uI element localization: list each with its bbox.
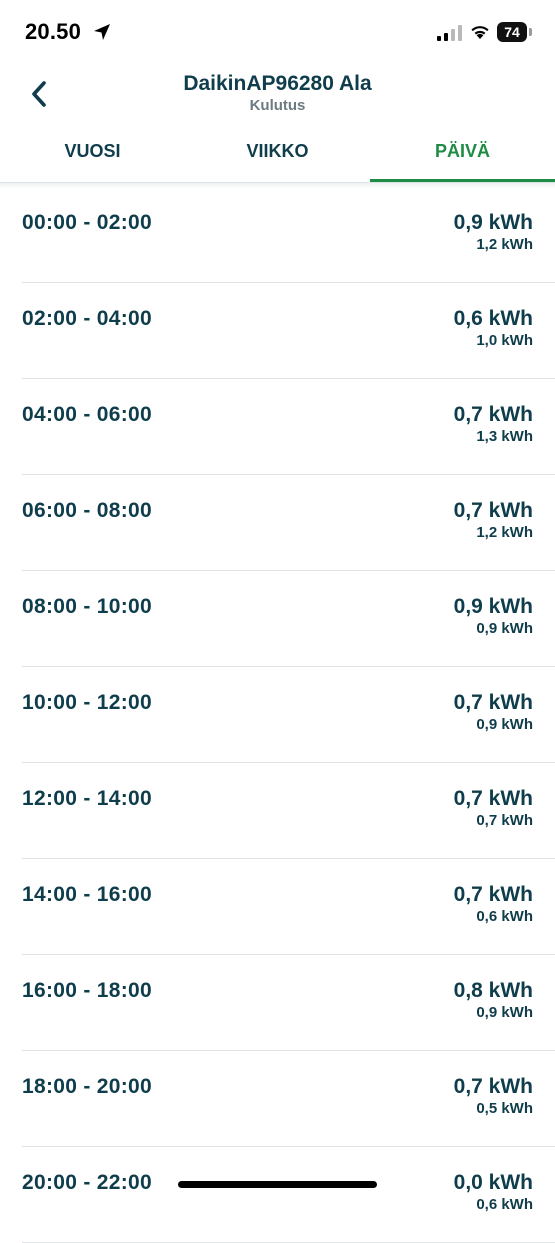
comparison-value: 0,9 kWh [476,620,533,637]
time-range: 20:00 - 22:00 [22,1171,152,1194]
time-range: 06:00 - 08:00 [22,499,152,522]
location-arrow-icon [94,24,110,40]
consumption-value: 0,7 kWh [453,883,533,906]
comparison-value: 0,6 kWh [476,908,533,925]
consumption-list: 00:00 - 02:00 0,9 kWh 1,2 kWh 02:00 - 04… [0,187,555,1243]
comparison-value: 0,5 kWh [476,1100,533,1117]
comparison-value: 0,6 kWh [476,1196,533,1213]
consumption-value: 0,7 kWh [453,1075,533,1098]
home-indicator[interactable] [178,1181,377,1188]
consumption-value: 0,7 kWh [453,403,533,426]
tab-day[interactable]: PÄIVÄ [370,124,555,182]
consumption-value: 0,9 kWh [453,211,533,234]
row-values: 0,7 kWh 0,5 kWh [454,1075,533,1119]
row-values: 0,7 kWh 1,3 kWh [454,403,533,447]
row-values: 0,7 kWh 1,2 kWh [454,499,533,543]
consumption-value: 0,7 kWh [453,499,533,522]
period-tabs: VUOSI VIIKKO PÄIVÄ [0,124,555,183]
row-values: 0,6 kWh 1,0 kWh [454,307,533,351]
row-values: 0,7 kWh 0,9 kWh [454,691,533,735]
time-range: 14:00 - 16:00 [22,883,152,906]
comparison-value: 1,2 kWh [476,236,533,253]
list-item: 12:00 - 14:00 0,7 kWh 0,7 kWh [22,763,555,859]
battery-icon: 74 [497,22,533,42]
comparison-value: 0,7 kWh [476,812,533,829]
row-values: 0,7 kWh 0,7 kWh [454,787,533,831]
cellular-signal-icon [437,25,462,41]
time-range: 04:00 - 06:00 [22,403,152,426]
nav-header: DaikinAP96280 Ala Kulutus [0,62,555,124]
row-values: 0,7 kWh 0,6 kWh [454,883,533,927]
comparison-value: 1,2 kWh [476,524,533,541]
consumption-value: 0,9 kWh [453,595,533,618]
consumption-value: 0,6 kWh [453,307,533,330]
consumption-value: 0,0 kWh [453,1171,533,1194]
list-item: 10:00 - 12:00 0,7 kWh 0,9 kWh [22,667,555,763]
list-item: 18:00 - 20:00 0,7 kWh 0,5 kWh [22,1051,555,1147]
consumption-value: 0,7 kWh [453,691,533,714]
status-time: 20.50 [25,19,82,44]
consumption-value: 0,7 kWh [453,787,533,810]
time-range: 12:00 - 14:00 [22,787,152,810]
time-range: 18:00 - 20:00 [22,1075,152,1098]
list-item: 00:00 - 02:00 0,9 kWh 1,2 kWh [22,187,555,283]
battery-level: 74 [497,22,527,42]
comparison-value: 0,9 kWh [476,1004,533,1021]
time-range: 00:00 - 02:00 [22,211,152,234]
page-subtitle: Kulutus [249,97,306,114]
consumption-value: 0,8 kWh [453,979,533,1002]
list-item: 08:00 - 10:00 0,9 kWh 0,9 kWh [22,571,555,667]
comparison-value: 1,0 kWh [476,332,533,349]
wifi-icon [471,26,489,39]
battery-cap [529,28,532,36]
time-range: 08:00 - 10:00 [22,595,152,618]
list-item: 02:00 - 04:00 0,6 kWh 1,0 kWh [22,283,555,379]
comparison-value: 1,3 kWh [476,428,533,445]
list-item: 14:00 - 16:00 0,7 kWh 0,6 kWh [22,859,555,955]
time-range: 02:00 - 04:00 [22,307,152,330]
tab-year[interactable]: VUOSI [0,124,185,182]
row-values: 0,0 kWh 0,6 kWh [454,1171,533,1215]
list-item: 04:00 - 06:00 0,7 kWh 1,3 kWh [22,379,555,475]
status-bar: 20.50 74 [0,0,555,62]
comparison-value: 0,9 kWh [476,716,533,733]
list-item: 20:00 - 22:00 0,0 kWh 0,6 kWh [22,1147,555,1243]
tab-week[interactable]: VIIKKO [185,124,370,182]
time-range: 10:00 - 12:00 [22,691,152,714]
row-values: 0,9 kWh 1,2 kWh [454,211,533,255]
time-range: 16:00 - 18:00 [22,979,152,1002]
page-title: DaikinAP96280 Ala [183,72,372,95]
list-item: 16:00 - 18:00 0,8 kWh 0,9 kWh [22,955,555,1051]
row-values: 0,8 kWh 0,9 kWh [454,979,533,1023]
list-item: 06:00 - 08:00 0,7 kWh 1,2 kWh [22,475,555,571]
row-values: 0,9 kWh 0,9 kWh [454,595,533,639]
title-block: DaikinAP96280 Ala Kulutus [0,71,555,115]
